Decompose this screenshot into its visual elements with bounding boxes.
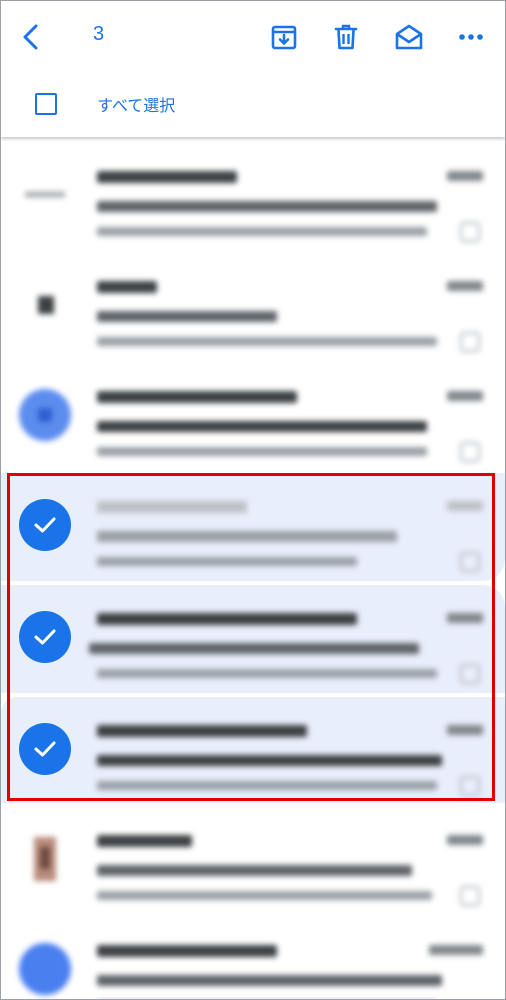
snippet-redacted <box>97 227 427 236</box>
snippet-redacted <box>97 891 432 900</box>
more-horiz-icon[interactable] <box>453 19 489 55</box>
star-icon[interactable] <box>457 773 483 799</box>
email-row-selected[interactable] <box>1 473 505 581</box>
checkmark-icon[interactable] <box>19 723 71 775</box>
sender-avatar <box>19 279 71 331</box>
email-row-selected[interactable] <box>1 585 505 693</box>
selected-count: 3 <box>93 23 105 45</box>
time-redacted <box>447 391 483 401</box>
trash-icon[interactable] <box>328 19 364 55</box>
time-redacted <box>447 171 483 181</box>
sender-name-redacted <box>97 835 192 847</box>
select-all-label: すべて選択 <box>97 96 176 115</box>
star-icon[interactable] <box>457 661 483 687</box>
snippet-redacted <box>97 447 427 456</box>
sender-avatar <box>19 169 71 221</box>
star-icon[interactable] <box>457 439 483 465</box>
sender-name-redacted <box>97 613 357 625</box>
checkmark-icon[interactable] <box>19 499 71 551</box>
subject-redacted <box>97 975 442 986</box>
email-row[interactable] <box>1 363 505 469</box>
sender-name-redacted <box>97 725 307 737</box>
envelope-open-icon[interactable] <box>391 19 427 55</box>
star-icon[interactable] <box>457 329 483 355</box>
time-redacted <box>447 501 483 511</box>
selection-toolbar: 3 すべて選択 <box>1 1 505 137</box>
subject-redacted <box>97 755 442 766</box>
back-chevron-icon[interactable] <box>13 19 49 55</box>
snippet-redacted <box>97 669 437 678</box>
star-icon[interactable] <box>457 883 483 909</box>
snippet-redacted <box>97 781 437 790</box>
sender-avatar <box>19 833 71 885</box>
email-row-selected[interactable] <box>1 697 505 803</box>
time-redacted <box>447 613 483 623</box>
snippet-redacted <box>97 557 357 566</box>
subject-redacted <box>97 865 412 876</box>
email-row[interactable] <box>1 807 505 913</box>
snippet-redacted <box>97 337 437 346</box>
sender-name-redacted <box>97 945 277 957</box>
time-redacted <box>429 945 483 955</box>
sender-name-redacted <box>97 281 157 293</box>
subject-redacted <box>97 531 397 542</box>
time-redacted <box>447 725 483 735</box>
screen-frame: 3 すべて選択 <box>0 0 506 1000</box>
checkmark-icon[interactable] <box>19 611 71 663</box>
email-row[interactable] <box>1 253 505 359</box>
sender-avatar <box>19 943 71 995</box>
archive-icon[interactable] <box>266 19 302 55</box>
subject-redacted <box>97 311 277 322</box>
select-all-checkbox[interactable] <box>35 93 57 115</box>
star-icon[interactable] <box>457 219 483 245</box>
time-redacted <box>447 835 483 845</box>
sender-avatar <box>19 389 71 441</box>
subject-redacted <box>97 201 437 212</box>
sender-name-redacted <box>97 501 247 513</box>
sender-name-redacted <box>97 171 237 183</box>
sender-name-redacted <box>97 391 297 403</box>
time-redacted <box>447 281 483 291</box>
email-row[interactable] <box>1 143 505 249</box>
subject-redacted <box>89 643 419 654</box>
star-icon[interactable] <box>457 549 483 575</box>
email-row[interactable] <box>1 917 505 999</box>
subject-redacted <box>97 421 427 432</box>
select-all-control[interactable]: すべて選択 <box>35 89 175 119</box>
